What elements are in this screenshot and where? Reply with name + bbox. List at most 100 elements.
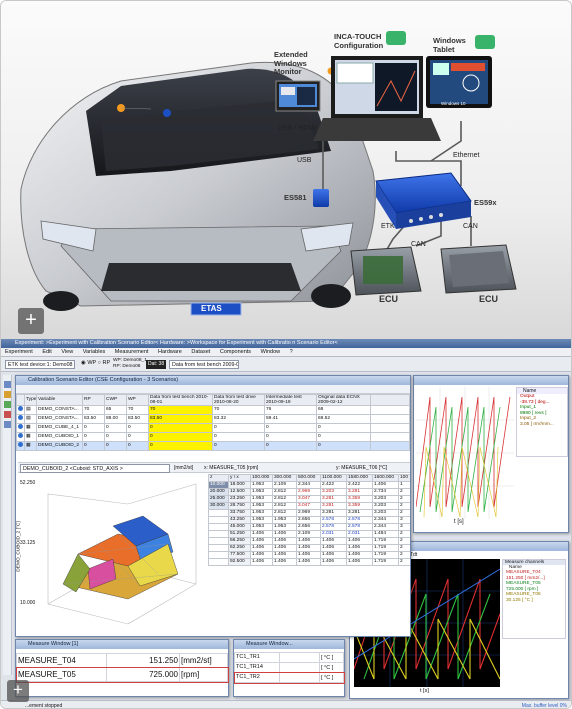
map-header-row: zy \ x 100.000 300.000 500.000 1100.000 1580… [208,474,410,482]
table-row[interactable]: ▦ DEMO_CUBOID_2 0 0 0 0 0 0 0 [16,441,410,451]
zoom-plus-button[interactable]: + [18,308,44,334]
plot-z-label: DEMO_CUBOID_2 [°C] [16,521,22,572]
screenshot-frame: INCA-TOUCH Configuration Windows Tablet … [0,0,572,709]
ecu-devices [350,244,517,296]
table-row[interactable]: ▤ DEMO_CONSTA... 70 65 70 70 70 76 68 [16,405,410,415]
variable-combo[interactable]: DEMO_CUBOID_2 <Cuboid: STD_AXIS > [20,464,170,473]
label-extended-monitor: Extended Windows Monitor [274,50,308,76]
cse-header-row: Type Variable RP CWP WP Data from test bench… [16,394,410,406]
x-axis-label: x: MEASURE_T05 [rpm] [204,465,259,471]
table-row[interactable]: 77.500 1.406 1.406 1.406 1.406 1.406 1.719 2 [208,551,410,559]
osc1-signal-1[interactable]: Output -38.73 [ deg... [517,394,567,405]
cse-titlebar: Calibration Scenario Editor (CSE Configu… [16,376,410,385]
osc2-legend: Measure channels Name MEASURE_T04 151.250… [502,559,566,639]
menu-dataset[interactable]: Dataset [191,349,210,355]
osc2-xlabel: t [s] [420,688,429,694]
osc1-legend: Name Output -38.73 [ deg... Input_1 8980 [… [516,387,568,457]
table-row[interactable]: 25.000 23.250 1.953 2.812 3.047 3.281 3.359 3.2… [208,495,410,503]
tool-icon-5[interactable] [4,421,11,428]
table-row[interactable]: TC1_TR14[ °C ] [234,662,344,673]
table-row[interactable]: 43.250 1.953 1.953 2.656 2.578 2.578 2.344 3 [208,516,410,524]
osc2-channel-2[interactable]: MEASURE_T05 725.000 [ rpm ] [503,581,565,592]
osc1-xlabel: t [s] [454,519,464,525]
osc2-channel-1[interactable]: MEASURE_T04 151.250 [ mm2/...] [503,570,565,581]
table-row[interactable]: MEASURE_T05 725.000 [rpm] [15,666,229,683]
buffer-level: Max. buffer level 0% [521,703,567,709]
table-row[interactable]: 45.000 1.953 1.953 2.656 2.578 2.578 2.344 3 [208,523,410,531]
map-editor-bar: DEMO_CUBOID_2 <Cuboid: STD_AXIS > [mm2/s… [18,462,410,473]
osc1-plot [415,387,514,519]
label-es59x: ES59x [474,198,497,207]
surface-plot-graphic [47,483,197,625]
osc1-titlebar [414,376,568,385]
wp-radio[interactable]: ◉ WP ○ RP [81,360,110,366]
dataset-badge: Dat: 38 [146,360,167,369]
window-titlebar: Experiment: >Experiment with Calibration… [1,339,571,348]
cse-table: Type Variable RP CWP WP Data from test bench… [16,394,410,451]
osc2-channel-3[interactable]: MEASURE_T06 30.125 [ °C ] [503,592,565,603]
table-row[interactable]: ▦ DEMO_CUBOID_1 0 0 0 0 0 0 0 [16,432,410,442]
hardware-illustration: INCA-TOUCH Configuration Windows Tablet … [1,1,571,339]
map-table: zy \ x 100.000 300.000 500.000 1100.000 1580… [208,474,410,566]
tool-icon-2[interactable] [4,391,11,398]
table-row[interactable]: TC1_TR2[ °C ] [233,671,345,684]
zoom-plus-button-2[interactable]: + [7,680,29,702]
osc1-signal-2[interactable]: Input_1 8980 [ revs ] [517,405,567,416]
table-row[interactable]: 20.000 12.500 1.953 2.812 2.969 3.203 3.281 2.7… [208,488,410,496]
table-row[interactable]: 92.500 1.406 1.406 1.406 1.406 1.406 1.719 2 [208,558,410,566]
menu-components[interactable]: Components [220,349,251,355]
status-bar: ...ement stopped Max. buffer level 0% [1,700,571,709]
toolbar: ETK test device:1: Demo08 ◉ WP ○ RP WP: … [1,357,571,372]
label-can-1: CAN [411,241,426,248]
osc2-title: Tdt [410,552,418,558]
table-row[interactable]: MEASURE_T04 151.250 [mm2/st] [16,653,228,668]
dataset-combo[interactable]: Data from test bench 2009-08 [169,360,239,369]
osc1-signal-3[interactable]: Input_2 3.05 [ mV/mm... [517,416,567,427]
measure2-titlebar: Measure Window... [234,640,344,649]
plot-z-tick-2: 33.125 [20,540,36,546]
table-row[interactable]: 56.250 1.406 1.406 1.406 1.406 1.406 1.719 2 [208,537,410,545]
y-axis-label: y: MEASURE_T06 [°C] [336,465,388,471]
menu-help[interactable]: ? [290,349,293,355]
device-combo[interactable]: ETK test device:1: Demo08 [5,360,75,369]
menu-experiment[interactable]: Experiment [5,349,33,355]
measure-window-1: Measure Window [1] MEASURE_T04 151.250 [… [15,639,229,697]
measure1-table: MEASURE_T04 151.250 [mm2/st] MEASURE_T05… [15,653,229,683]
table-row[interactable]: 10.000 18.000 1.953 2.109 2.344 2.422 2.422 1.4… [208,481,410,489]
table-row[interactable]: 30.000 28.750 1.953 2.812 3.047 3.281 3.359 3.2… [208,502,410,510]
es581-device [313,189,329,207]
table-row[interactable]: ▦ DEMO_CUBE_4_1 0 0 0 0 0 0 0 [16,423,410,433]
table-row[interactable]: 62.250 1.406 1.406 1.406 1.406 1.406 1.719 2 [208,544,410,552]
calibration-scenario-editor: Calibration Scenario Editor (CSE Configu… [15,375,411,637]
label-ethernet: Ethernet [453,152,480,159]
label-usb: USB [297,157,312,164]
label-ecu-2: ECU [479,294,499,304]
map-table-container: zy \ x 100.000 300.000 500.000 1100.000 1580… [208,474,410,634]
menu-variables[interactable]: Variables [83,349,106,355]
etas-plate: ETAS [201,304,222,313]
plot-z-tick-3: 10.000 [20,600,36,606]
label-can-2: CAN [463,223,478,230]
label-es581: ES581 [284,193,307,202]
status-text: ...ement stopped [25,703,63,709]
label-usb-hdmi: USB / HDMI [278,125,317,132]
label-ecu-1: ECU [379,294,399,304]
es59x-device [375,172,472,229]
tool-icon-3[interactable] [4,401,11,408]
menu-window[interactable]: Window [261,349,281,355]
table-row[interactable]: ▤ DEMO_CONSTA... 83.50 88.00 83.50 83.50 83.32… [16,414,410,424]
menu-view[interactable]: View [61,349,73,355]
table-row[interactable]: TC1_TR1[ °C ] [234,652,344,663]
osc1-traces [415,387,514,519]
menu-measurement[interactable]: Measurement [115,349,149,355]
table-row[interactable]: 51.250 1.406 1.406 2.109 2.031 2.031 1.484 2 [208,530,410,538]
tool-icon-1[interactable] [4,381,11,388]
label-incatouch: INCA-TOUCH Configuration [334,32,384,50]
measure2-table: TC1_TR1[ °C ] TC1_TR14[ °C ] TC1_TR2[ °C… [233,652,345,684]
menu-edit[interactable]: Edit [42,349,51,355]
tool-icon-4[interactable] [4,411,11,418]
menu-hardware[interactable]: Hardware [158,349,182,355]
table-row[interactable]: 33.750 1.953 2.812 2.969 3.281 3.281 3.203 2 [208,509,410,517]
inca-application: Experiment: >Experiment with Calibration… [1,339,571,709]
measure-window-2: Measure Window... TC1_TR1[ °C ] TC1_TR14… [233,639,345,697]
